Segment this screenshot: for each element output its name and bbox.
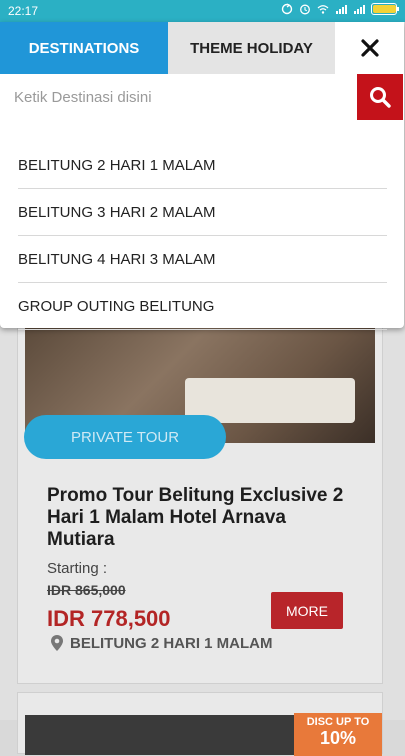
tab-destinations[interactable]: DESTINATIONS <box>0 22 168 74</box>
starting-label: Starting : <box>47 560 108 577</box>
discount-badge: DISC UP TO 10% <box>294 713 382 756</box>
tab-theme-holiday[interactable]: THEME HOLIDAY <box>168 22 335 74</box>
location-pin-icon <box>51 635 63 651</box>
private-tour-badge: PRIVATE TOUR <box>24 415 226 459</box>
suggestion-item[interactable]: BELITUNG 3 HARI 2 MALAM <box>18 189 387 236</box>
signal-icon <box>336 5 347 14</box>
search-row <box>0 74 404 120</box>
tour-title[interactable]: Promo Tour Belitung Exclusive 2 Hari 1 M… <box>47 485 357 551</box>
suggestion-item[interactable]: GROUP OUTING BELITUNG <box>18 283 387 330</box>
discount-value: 10% <box>319 728 357 748</box>
wifi-icon <box>317 5 329 14</box>
location-label: BELITUNG 2 HARI 1 MALAM <box>70 634 273 652</box>
rotate-icon <box>281 3 293 15</box>
close-icon <box>360 39 379 57</box>
new-price: IDR 778,500 <box>47 606 171 631</box>
alarm-icon <box>300 4 310 15</box>
signal-icon <box>354 5 365 14</box>
search-button[interactable] <box>357 74 403 120</box>
discount-label: DISC UP TO <box>306 716 370 728</box>
search-icon <box>370 87 391 108</box>
tour-card[interactable]: PRIVATE TOUR Promo Tour Belitung Exclusi… <box>17 322 383 684</box>
suggestion-list: BELITUNG 2 HARI 1 MALAM BELITUNG 3 HARI … <box>18 142 387 330</box>
search-modal: DESTINATIONS THEME HOLIDAY BELITUNG 2 HA… <box>0 22 404 330</box>
status-icons <box>281 3 399 15</box>
tour-card-2[interactable]: DISC UP TO 10% <box>17 692 383 756</box>
suggestion-item[interactable]: BELITUNG 2 HARI 1 MALAM <box>18 142 387 189</box>
tour-photo-2 <box>25 715 325 755</box>
old-price: IDR 865,000 <box>47 582 126 598</box>
search-input[interactable] <box>0 74 350 120</box>
battery-icon <box>371 3 399 15</box>
close-button[interactable] <box>335 22 404 74</box>
location-row: BELITUNG 2 HARI 1 MALAM <box>50 634 273 652</box>
status-time: 22:17 <box>8 4 39 18</box>
more-button[interactable]: MORE <box>271 592 343 629</box>
battery-level <box>373 5 396 13</box>
suggestion-item[interactable]: BELITUNG 4 HARI 3 MALAM <box>18 236 387 283</box>
status-bar: 22:17 <box>0 0 405 22</box>
search-tabs: DESTINATIONS THEME HOLIDAY <box>0 22 404 74</box>
